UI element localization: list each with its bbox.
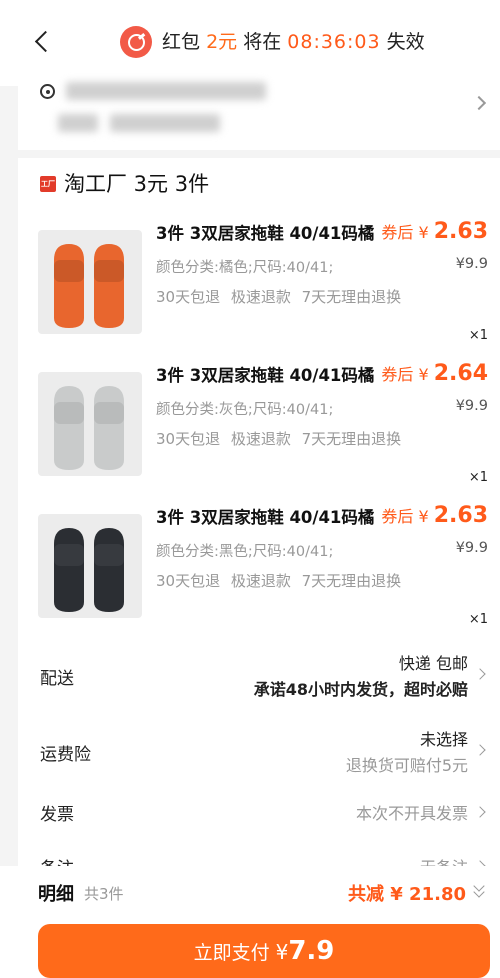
- item-title: 3件 3双居家拖鞋 40/41码橘: [156, 508, 375, 527]
- item-count: 共3件: [84, 885, 124, 903]
- price-label: 券后: [381, 223, 414, 242]
- chevron-right-icon: [474, 668, 486, 680]
- shipping-insurance-row[interactable]: 运费险 未选择 退换货可赔付5元: [18, 720, 500, 782]
- price-currency: ¥: [418, 507, 429, 526]
- countdown-time: 08:36:03: [287, 31, 381, 53]
- item-service-tags: 30天包退 极速退款 7天无理由退换: [156, 288, 402, 306]
- price-label: 券后: [381, 507, 414, 526]
- shipping-insurance-status: 未选择: [419, 730, 468, 749]
- price-currency: ¥: [418, 223, 429, 242]
- total-discount[interactable]: 共减 ¥ 21.80: [348, 880, 466, 906]
- product-image[interactable]: [38, 230, 142, 334]
- item-price: 券后 ¥ 2.63: [381, 219, 488, 244]
- item-service-tags: 30天包退 极速退款 7天无理由退换: [156, 572, 402, 590]
- delivery-promise: 承诺48小时内发货，超时必赔: [253, 680, 468, 699]
- pay-amount: 7.9: [288, 936, 335, 966]
- item-spec[interactable]: 颜色分类:橘色;尺码:40/41;: [156, 256, 333, 277]
- slipper-right: [94, 244, 124, 328]
- item-quantity: ×1: [468, 470, 488, 485]
- product-image[interactable]: [38, 514, 142, 618]
- item-original-price: ¥9.9: [455, 540, 488, 556]
- order-item[interactable]: 3件 3双居家拖鞋 40/41码橘 券后 ¥ 2.63 颜色分类:橘色;尺码:4…: [18, 219, 500, 360]
- pay-now-button[interactable]: 立即支付 ¥7.9: [38, 924, 490, 978]
- chevron-right-icon: [474, 744, 486, 756]
- shipping-insurance-hint: 退换货可赔付5元: [345, 756, 468, 775]
- item-quantity: ×1: [468, 328, 488, 343]
- red-packet-expiry-notice: 红包 2元 将在 08:36:03 失效: [162, 30, 425, 54]
- price-label: 券后: [381, 365, 414, 384]
- pay-button-label: 立即支付: [193, 942, 270, 964]
- item-spec[interactable]: 颜色分类:灰色;尺码:40/41;: [156, 398, 333, 419]
- double-chevron-down-icon[interactable]: [472, 880, 486, 902]
- red-packet-amount: 2元: [206, 31, 238, 53]
- item-price: 券后 ¥ 2.63: [381, 503, 488, 528]
- price-value: 2.63: [433, 219, 488, 244]
- slipper-left: [54, 386, 84, 470]
- checkout-bar: 明细 共3件 共减 ¥ 21.80 立即支付 ¥7.9: [0, 866, 500, 978]
- price-value: 2.63: [433, 503, 488, 528]
- item-original-price: ¥9.9: [455, 398, 488, 414]
- price-value: 2.64: [433, 361, 488, 386]
- blurred-address-line-1: [66, 82, 266, 100]
- order-item[interactable]: 3件 3双居家拖鞋 40/41码橘 券后 ¥ 2.63 颜色分类:黑色;尺码:4…: [18, 503, 500, 644]
- price-currency: ¥: [418, 365, 429, 384]
- address-selector[interactable]: [18, 66, 500, 150]
- item-spec[interactable]: 颜色分类:黑色;尺码:40/41;: [156, 540, 333, 561]
- shipping-insurance-label: 运费险: [40, 745, 91, 765]
- item-service-tags: 30天包退 极速退款 7天无理由退换: [156, 430, 402, 448]
- delivery-row[interactable]: 配送 快递 包邮 承诺48小时内发货，超时必赔: [18, 644, 500, 706]
- item-title: 3件 3双居家拖鞋 40/41码橘: [156, 366, 375, 385]
- slipper-right: [94, 528, 124, 612]
- order-item[interactable]: 3件 3双居家拖鞋 40/41码橘 券后 ¥ 2.64 颜色分类:灰色;尺码:4…: [18, 361, 500, 502]
- chevron-right-icon: [471, 95, 487, 111]
- back-arrow-icon[interactable]: [32, 28, 54, 56]
- shop-card: 工厂 淘工厂 3元 3件 3件 3双居家拖鞋 40/41码橘 券后 ¥ 2.63…: [18, 158, 500, 978]
- slipper-left: [54, 244, 84, 328]
- red-packet-suffix: 失效: [386, 31, 425, 53]
- blurred-address-line-2b: [110, 114, 220, 132]
- red-packet-prefix: 红包: [162, 31, 201, 53]
- invoice-value: 本次不开具发票: [355, 804, 468, 823]
- invoice-row[interactable]: 发票 本次不开具发票: [18, 794, 500, 834]
- item-original-price: ¥9.9: [455, 256, 488, 272]
- red-packet-timer-icon: [120, 26, 152, 58]
- delivery-label: 配送: [40, 669, 74, 689]
- product-image[interactable]: [38, 372, 142, 476]
- chevron-right-icon: [474, 806, 486, 818]
- factory-icon: 工厂: [40, 176, 56, 192]
- pay-currency: ¥: [275, 940, 289, 964]
- item-title: 3件 3双居家拖鞋 40/41码橘: [156, 224, 375, 243]
- slipper-left: [54, 528, 84, 612]
- detail-label[interactable]: 明细: [38, 880, 74, 906]
- slipper-right: [94, 386, 124, 470]
- item-quantity: ×1: [468, 612, 488, 627]
- item-price: 券后 ¥ 2.64: [381, 361, 488, 386]
- location-icon: [40, 84, 55, 99]
- blurred-address-line-2a: [58, 114, 98, 132]
- shop-name: 淘工厂 3元 3件: [64, 172, 210, 196]
- invoice-label: 发票: [40, 805, 74, 825]
- delivery-method: 快递 包邮: [398, 654, 468, 673]
- red-packet-mid: 将在: [243, 31, 282, 53]
